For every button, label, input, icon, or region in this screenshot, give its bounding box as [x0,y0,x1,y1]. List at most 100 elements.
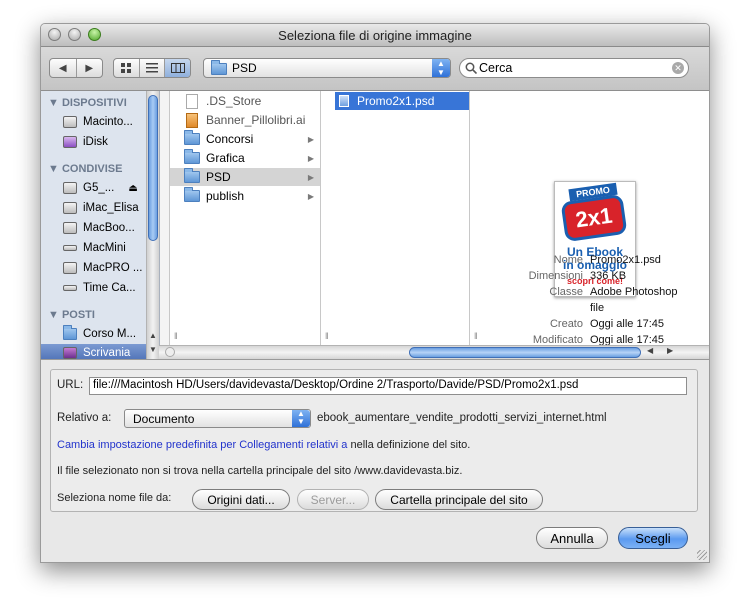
idisk-icon [63,136,77,148]
promo-badge: PROMO 2x1 [559,182,631,244]
location-label: PSD [232,61,257,75]
toolbar: ◀ ▶ PSD ▲ ▼ Cerca ✕ [41,47,709,91]
view-mode-control [113,58,191,78]
horizontal-scrollbar[interactable]: ◀ ▶ [159,345,709,359]
scroll-up-icon[interactable]: ▲ [149,331,157,340]
column-psd-parent: .DS_Store Banner_Pillolibri.ai Concorsi ▶… [170,91,321,345]
scroll-down-icon[interactable]: ▼ [149,345,157,354]
macmini-icon [63,245,77,251]
column-view-icon [170,63,185,73]
macpro-icon [63,262,77,274]
sidebar-section-places[interactable]: ▼ POSTI [48,309,95,321]
back-forward-control: ◀ ▶ [49,58,103,78]
column-resize-handle[interactable]: ‖ [474,331,478,341]
imac-icon [63,202,77,214]
meta-label-name: Nome [553,254,583,266]
meta-value-modified: Oggi alle 17:45 [590,334,664,345]
chevron-right-icon: ▶ [307,191,314,201]
popup-arrows-icon: ▲ ▼ [432,59,450,77]
relative-document-name: ebook_aumentare_vendite_prodotti_servizi… [317,412,607,424]
sidebar-item-idisk[interactable]: iDisk [63,133,159,151]
data-sources-button[interactable]: Origini dati... [192,489,290,510]
title-bar: Seleziona file di origine immagine [41,24,709,47]
sidebar-item-desktop[interactable]: Scrivania [41,344,159,359]
sidebar-item-macpro[interactable]: MacPRO ... [63,259,159,277]
server-button[interactable]: Server... [297,489,369,510]
list-item[interactable]: Concorsi ▶ [170,130,320,148]
meta-value-name: Promo2x1.psd [590,254,661,266]
relative-links-info: Cambia impostazione predefinita per Coll… [57,439,470,451]
forward-button[interactable]: ▶ [77,59,103,77]
document-icon [186,93,198,109]
list-item-selected[interactable]: Promo2x1.psd [335,92,469,110]
sidebar-item-macmini[interactable]: MacMini [63,239,159,257]
column-resize-handle[interactable]: ‖ [325,331,329,341]
search-field[interactable]: Cerca ✕ [459,58,689,78]
desktop-icon [63,347,77,359]
relative-to-select[interactable]: Documento ▲ ▼ [124,409,311,428]
sidebar-item-macbook[interactable]: MacBoo... [63,219,159,237]
meta-label-kind: Classe [549,286,583,298]
file-browser: ▼ DISPOSITIVI Macinto... iDisk ▼ CONDIVI… [41,91,709,360]
site-root-button[interactable]: Cartella principale del sito [375,489,543,510]
sidebar-item-macintosh[interactable]: Macinto... [63,113,159,131]
folder-icon [63,325,77,340]
sidebar-item-imac-elisa[interactable]: iMac_Elisa [63,199,159,217]
scroll-right-icon[interactable]: ▶ [667,346,673,355]
change-relative-default-link[interactable]: Cambia impostazione predefinita per Coll… [57,439,347,451]
popup-arrows-icon: ▲ ▼ [292,410,310,427]
server-icon [63,182,77,194]
folder-icon [184,149,200,164]
eject-icon[interactable]: ⏏ [128,183,137,194]
column-view-button[interactable] [165,59,190,77]
file-dialog-window: Seleziona file di origine immagine ◀ ▶ P… [40,23,710,563]
relative-links-suffix: nella definizione del sito. [350,439,471,451]
time-capsule-icon [63,285,77,291]
list-item[interactable]: .DS_Store [170,92,320,110]
chevron-right-icon: ▶ [307,172,314,182]
folder-icon [184,130,200,145]
sidebar-section-devices[interactable]: ▼ DISPOSITIVI [48,97,127,109]
sidebar-scrollbar[interactable]: ▲ ▼ [146,91,159,359]
macbook-icon [63,222,77,234]
scroll-left-icon[interactable]: ◀ [647,346,653,355]
clear-search-icon[interactable]: ✕ [672,62,684,74]
list-view-icon [146,63,158,73]
resize-grip-icon[interactable] [697,550,707,560]
sidebar: ▼ DISPOSITIVI Macinto... iDisk ▼ CONDIVI… [41,91,160,359]
chevron-right-icon: ▶ [307,134,314,144]
cancel-button[interactable]: Annulla [536,527,608,549]
meta-label-size: Dimensioni [528,270,583,282]
sidebar-section-shared[interactable]: ▼ CONDIVISE [48,163,122,175]
chevron-right-icon: ▶ [307,153,314,163]
icon-view-button[interactable] [114,59,140,77]
list-view-button[interactable] [140,59,166,77]
back-button[interactable]: ◀ [50,59,77,77]
horizontal-scroll-thumb[interactable] [409,347,641,358]
hard-disk-icon [63,116,77,128]
sidebar-scroll-thumb[interactable] [148,95,158,241]
icon-view-icon [120,62,131,73]
sidebar-item-time-capsule[interactable]: Time Ca... [63,279,159,297]
folder-icon [184,187,200,202]
meta-value-kind-cont: file [590,302,605,314]
list-item[interactable]: Banner_Pillolibri.ai [170,111,320,129]
column-resize-handle[interactable]: ‖ [174,331,178,341]
list-item[interactable]: publish ▶ [170,187,320,205]
list-item-selected[interactable]: PSD ▶ [170,168,320,186]
promo-2x1-label: 2x1 [560,193,628,243]
window-title: Seleziona file di origine immagine [278,28,472,43]
sidebar-item-g5[interactable]: G5_... ⏏ [63,179,159,197]
column-0 [160,91,170,345]
meta-label-created: Creato [549,318,583,330]
illustrator-file-icon [186,112,198,128]
sidebar-item-corso[interactable]: Corso M... [63,325,159,343]
list-item[interactable]: Grafica ▶ [170,149,320,167]
url-field[interactable]: file:///Macintosh HD/Users/davidevasta/D… [89,377,687,395]
location-popup[interactable]: PSD ▲ ▼ [203,58,451,78]
choose-button[interactable]: Scegli [618,527,688,549]
relative-to-value: Documento [133,412,195,426]
options-panel: URL: file:///Macintosh HD/Users/davideva… [50,369,698,512]
select-filename-label: Seleziona nome file da: [57,492,172,504]
meta-label-modified: Modificato [532,334,583,345]
